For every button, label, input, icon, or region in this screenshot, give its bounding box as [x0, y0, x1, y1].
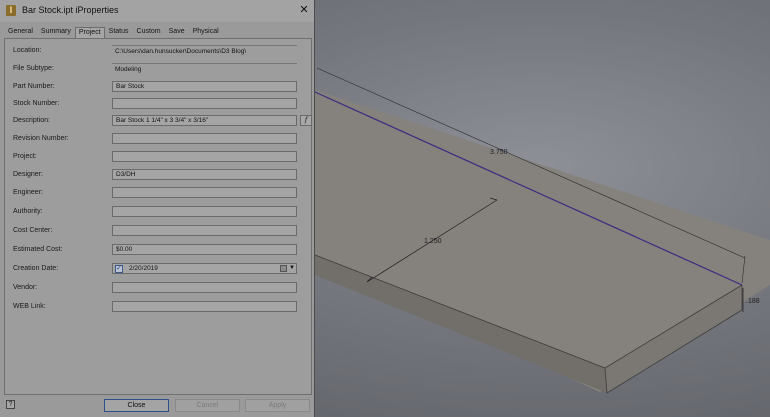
- part-number-label: Part Number:: [13, 83, 55, 90]
- tab-save[interactable]: Save: [165, 26, 189, 38]
- part-number-input[interactable]: Bar Stock: [112, 81, 297, 92]
- stock-number-row: Stock Number:: [13, 98, 309, 110]
- dimension-width-label: 1.250: [424, 238, 442, 245]
- file-subtype-value: Modeling: [112, 63, 297, 74]
- close-button[interactable]: Close: [104, 399, 169, 412]
- location-label: Location:: [13, 47, 42, 54]
- revision-number-row: Revision Number:: [13, 133, 309, 145]
- inventor-app-icon: I: [6, 5, 16, 16]
- stock-number-label: Stock Number:: [13, 100, 60, 107]
- vendor-label: Vendor:: [13, 284, 38, 291]
- dimension-length-label: 3.750: [490, 149, 508, 156]
- revision-number-label: Revision Number:: [13, 135, 69, 142]
- authority-input[interactable]: [112, 206, 297, 217]
- designer-input[interactable]: D3/DH: [112, 169, 297, 180]
- tab-strip: General Summary Project Status Custom Sa…: [4, 26, 223, 39]
- apply-button[interactable]: Apply: [245, 399, 310, 412]
- help-icon[interactable]: ?: [6, 400, 15, 409]
- engineer-input[interactable]: [112, 187, 297, 198]
- creation-date-label: Creation Date:: [13, 265, 59, 272]
- description-input[interactable]: Bar Stock 1 1/4" x 3 3/4" x 3/16": [112, 115, 297, 126]
- cost-center-input[interactable]: [112, 225, 297, 236]
- engineer-label: Engineer:: [13, 189, 43, 196]
- authority-row: Authority:: [13, 206, 309, 218]
- dimension-thickness-label: .188: [746, 298, 760, 305]
- vendor-row: Vendor:: [13, 282, 309, 294]
- cost-center-label: Cost Center:: [13, 227, 53, 234]
- tab-summary[interactable]: Summary: [37, 26, 75, 38]
- creation-date-picker[interactable]: ✓ 2/20/2019 ▼: [112, 263, 297, 274]
- estimated-cost-input[interactable]: $0.00: [112, 244, 297, 255]
- vendor-input[interactable]: [112, 282, 297, 293]
- designer-label: Designer:: [13, 171, 43, 178]
- estimated-cost-row: Estimated Cost: $0.00: [13, 244, 309, 256]
- location-row: Location: C:\Users\dan.hunsucker\Documen…: [13, 45, 309, 57]
- calendar-icon[interactable]: [280, 265, 287, 272]
- project-tab-panel: Location: C:\Users\dan.hunsucker\Documen…: [4, 38, 312, 395]
- creation-date-checkbox[interactable]: ✓: [115, 265, 123, 273]
- close-icon[interactable]: ✕: [297, 3, 311, 17]
- chevron-down-icon[interactable]: ▼: [289, 264, 295, 273]
- description-label: Description:: [13, 117, 50, 124]
- dialog-button-bar: ? Close Cancel Apply: [0, 395, 314, 417]
- creation-date-row: Creation Date: ✓ 2/20/2019 ▼: [13, 263, 309, 275]
- web-link-row: WEB Link:: [13, 301, 309, 313]
- file-subtype-row: File Subtype: Modeling: [13, 63, 309, 75]
- authority-label: Authority:: [13, 208, 43, 215]
- title-bar[interactable]: I Bar Stock.ipt iProperties ✕: [0, 0, 314, 22]
- web-link-input[interactable]: [112, 301, 297, 312]
- designer-row: Designer: D3/DH: [13, 169, 309, 181]
- file-subtype-label: File Subtype:: [13, 65, 54, 72]
- stock-number-input[interactable]: [112, 98, 297, 109]
- engineer-row: Engineer:: [13, 187, 309, 199]
- tab-custom[interactable]: Custom: [133, 26, 165, 38]
- tab-physical[interactable]: Physical: [189, 26, 223, 38]
- estimated-cost-label: Estimated Cost:: [13, 246, 63, 253]
- description-row: Description: Bar Stock 1 1/4" x 3 3/4" x…: [13, 115, 312, 127]
- tab-general[interactable]: General: [4, 26, 37, 38]
- location-value: C:\Users\dan.hunsucker\Documents\D3 Blog…: [112, 45, 297, 56]
- function-fx-button[interactable]: f: [300, 115, 312, 126]
- project-row: Project:: [13, 151, 309, 163]
- project-input[interactable]: [112, 151, 297, 162]
- tab-status[interactable]: Status: [105, 26, 133, 38]
- cost-center-row: Cost Center:: [13, 225, 309, 237]
- part-number-row: Part Number: Bar Stock: [13, 81, 309, 93]
- window-title: Bar Stock.ipt iProperties: [22, 5, 119, 15]
- cancel-button[interactable]: Cancel: [175, 399, 240, 412]
- iproperties-dialog: I Bar Stock.ipt iProperties ✕ General Su…: [0, 0, 315, 417]
- web-link-label: WEB Link:: [13, 303, 46, 310]
- creation-date-value: 2/20/2019: [129, 265, 158, 272]
- project-label: Project:: [13, 153, 37, 160]
- revision-number-input[interactable]: [112, 133, 297, 144]
